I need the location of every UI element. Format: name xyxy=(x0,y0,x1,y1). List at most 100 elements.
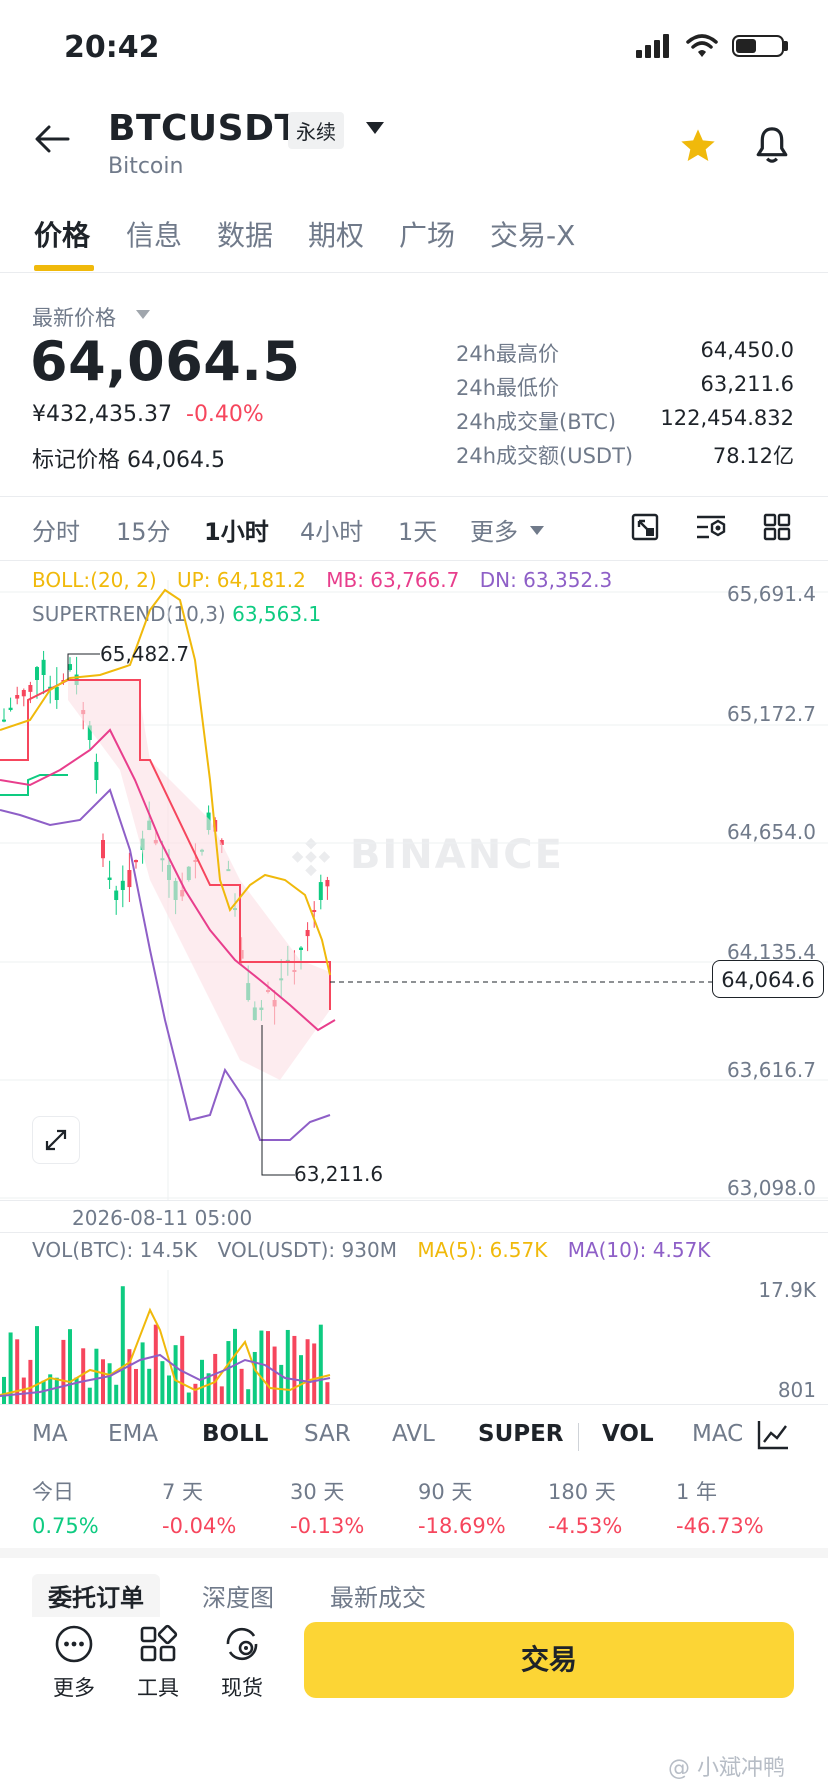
symbol-title[interactable]: BTCUSDT xyxy=(108,108,300,149)
candle-body xyxy=(134,860,138,863)
symbol-dropdown-icon[interactable] xyxy=(366,122,384,134)
perf-value-180d: -4.53% xyxy=(548,1514,623,1538)
interval-1h[interactable]: 1小时 xyxy=(204,512,269,547)
back-arrow-icon[interactable] xyxy=(34,124,70,154)
supertrend-line-green xyxy=(0,774,68,796)
status-time: 20:42 xyxy=(64,30,160,65)
candle-body xyxy=(54,686,59,700)
interval-4h[interactable]: 4小时 xyxy=(300,512,363,547)
latest-price-dropdown-icon[interactable] xyxy=(136,310,150,319)
ind-tab-avl[interactable]: AVL xyxy=(392,1421,435,1447)
candle-body xyxy=(312,910,317,912)
vol-btc: VOL(BTC): 14.5K xyxy=(32,1238,198,1262)
chart-settings-icon[interactable] xyxy=(694,512,728,542)
weibo-watermark: @ 小斌冲鸭 xyxy=(668,1756,785,1781)
tab-latest-trades[interactable]: 最新成交 xyxy=(330,1578,426,1613)
expand-chart-button[interactable] xyxy=(32,1116,80,1164)
change-percent: -0.40% xyxy=(186,402,264,427)
volume-bar xyxy=(292,1335,297,1404)
ind-tab-macd[interactable]: MAC xyxy=(692,1421,744,1447)
candle-body xyxy=(94,761,99,780)
footer-more-label: 更多 xyxy=(53,1676,95,1700)
layout-grid-icon[interactable] xyxy=(762,512,792,542)
perf-value-7d: -0.04% xyxy=(162,1514,237,1538)
volume-chart[interactable] xyxy=(0,1270,828,1404)
wifi-icon xyxy=(686,34,718,57)
tab-info[interactable]: 信息 xyxy=(126,214,182,254)
volume-bar xyxy=(285,1329,290,1404)
mark-price-label: 标记价格 xyxy=(32,448,121,473)
tab-price[interactable]: 价格 xyxy=(34,214,90,254)
footer-more-button[interactable]: 更多 xyxy=(44,1624,104,1702)
stat-value-turnover: 78.12亿 xyxy=(712,444,794,468)
footer-tools-button[interactable]: 工具 xyxy=(128,1624,188,1702)
stat-value-high: 64,450.0 xyxy=(700,338,794,362)
volume-bar xyxy=(54,1377,59,1404)
fullscreen-chart-icon[interactable] xyxy=(630,512,660,542)
interval-timeline[interactable]: 分时 xyxy=(32,512,80,547)
interval-more[interactable]: 更多 xyxy=(470,512,518,547)
time-axis-label: 2026-08-11 05:00 xyxy=(72,1206,253,1230)
price-chart[interactable] xyxy=(0,580,828,1200)
interval-more-caret-icon[interactable] xyxy=(530,526,544,535)
tab-open-orders[interactable]: 委托订单 xyxy=(32,1574,160,1617)
tab-trade-x[interactable]: 交易-X xyxy=(490,214,575,254)
candle-body xyxy=(127,870,132,888)
divider xyxy=(0,560,828,561)
ind-tab-boll[interactable]: BOLL xyxy=(202,1421,268,1447)
mark-price-row: 标记价格 64,064.5 xyxy=(32,442,225,474)
tab-square[interactable]: 广场 xyxy=(399,214,455,254)
candle-body xyxy=(107,877,112,880)
ind-tab-ema[interactable]: EMA xyxy=(108,1421,158,1447)
perf-value-30d: -0.13% xyxy=(290,1514,365,1538)
volume-bar xyxy=(279,1364,284,1404)
volume-bar xyxy=(94,1348,99,1404)
candle-body xyxy=(114,890,119,900)
latest-price-label[interactable]: 最新价格 xyxy=(32,302,116,332)
perf-label-1y: 1 年 xyxy=(676,1480,718,1504)
ind-tab-ma[interactable]: MA xyxy=(32,1421,68,1447)
ind-tab-sar[interactable]: SAR xyxy=(304,1421,351,1447)
volume-bar xyxy=(186,1392,191,1404)
candle-body xyxy=(35,667,39,680)
candle-body xyxy=(318,882,323,900)
tab-options[interactable]: 期权 xyxy=(308,214,364,254)
volume-bar xyxy=(318,1324,323,1404)
perf-value-90d: -18.69% xyxy=(418,1514,506,1538)
divider xyxy=(0,496,828,497)
volume-axis-top: 17.9K xyxy=(758,1278,816,1302)
volume-bar xyxy=(259,1330,264,1404)
signal-icon xyxy=(636,34,669,58)
ind-tab-super[interactable]: SUPER xyxy=(478,1421,564,1447)
stat-label-turnover: 24h成交额(USDT) xyxy=(456,444,634,468)
perf-value-1y: -46.73% xyxy=(676,1514,764,1538)
tab-depth-chart[interactable]: 深度图 xyxy=(202,1578,274,1613)
tab-data[interactable]: 数据 xyxy=(217,214,273,254)
price-axis-label: 63,098.0 xyxy=(726,1176,816,1200)
indicator-settings-icon[interactable] xyxy=(756,1419,790,1451)
vol-usdt: VOL(USDT): 930M xyxy=(217,1238,397,1262)
ind-tab-vol[interactable]: VOL xyxy=(602,1421,654,1447)
candle-body xyxy=(120,880,125,890)
trade-button[interactable]: 交易 xyxy=(304,1622,794,1698)
volume-bar xyxy=(120,1286,125,1404)
interval-1d[interactable]: 1天 xyxy=(398,512,437,547)
bell-icon[interactable] xyxy=(752,124,792,166)
supertrend-fill xyxy=(68,680,330,1080)
favorite-star-icon[interactable] xyxy=(678,126,718,166)
last-price: 64,064.5 xyxy=(30,330,301,393)
footer-spot-button[interactable]: 现货 xyxy=(212,1624,272,1702)
candle-body xyxy=(299,947,303,950)
perf-label-180d: 180 天 xyxy=(548,1480,616,1504)
more-dots-icon xyxy=(55,1625,93,1663)
candle-body xyxy=(8,707,13,710)
volume-bar xyxy=(325,1382,330,1404)
stat-label-low: 24h最低价 xyxy=(456,376,560,400)
volume-bar xyxy=(193,1383,198,1404)
status-icons xyxy=(636,34,788,58)
volume-bar xyxy=(107,1363,112,1404)
interval-15m[interactable]: 15分 xyxy=(116,512,171,547)
current-price-tag[interactable]: 64,064.6 xyxy=(712,960,824,998)
candle-body xyxy=(2,719,6,722)
vol-ma5: MA(5): 6.57K xyxy=(417,1238,548,1262)
